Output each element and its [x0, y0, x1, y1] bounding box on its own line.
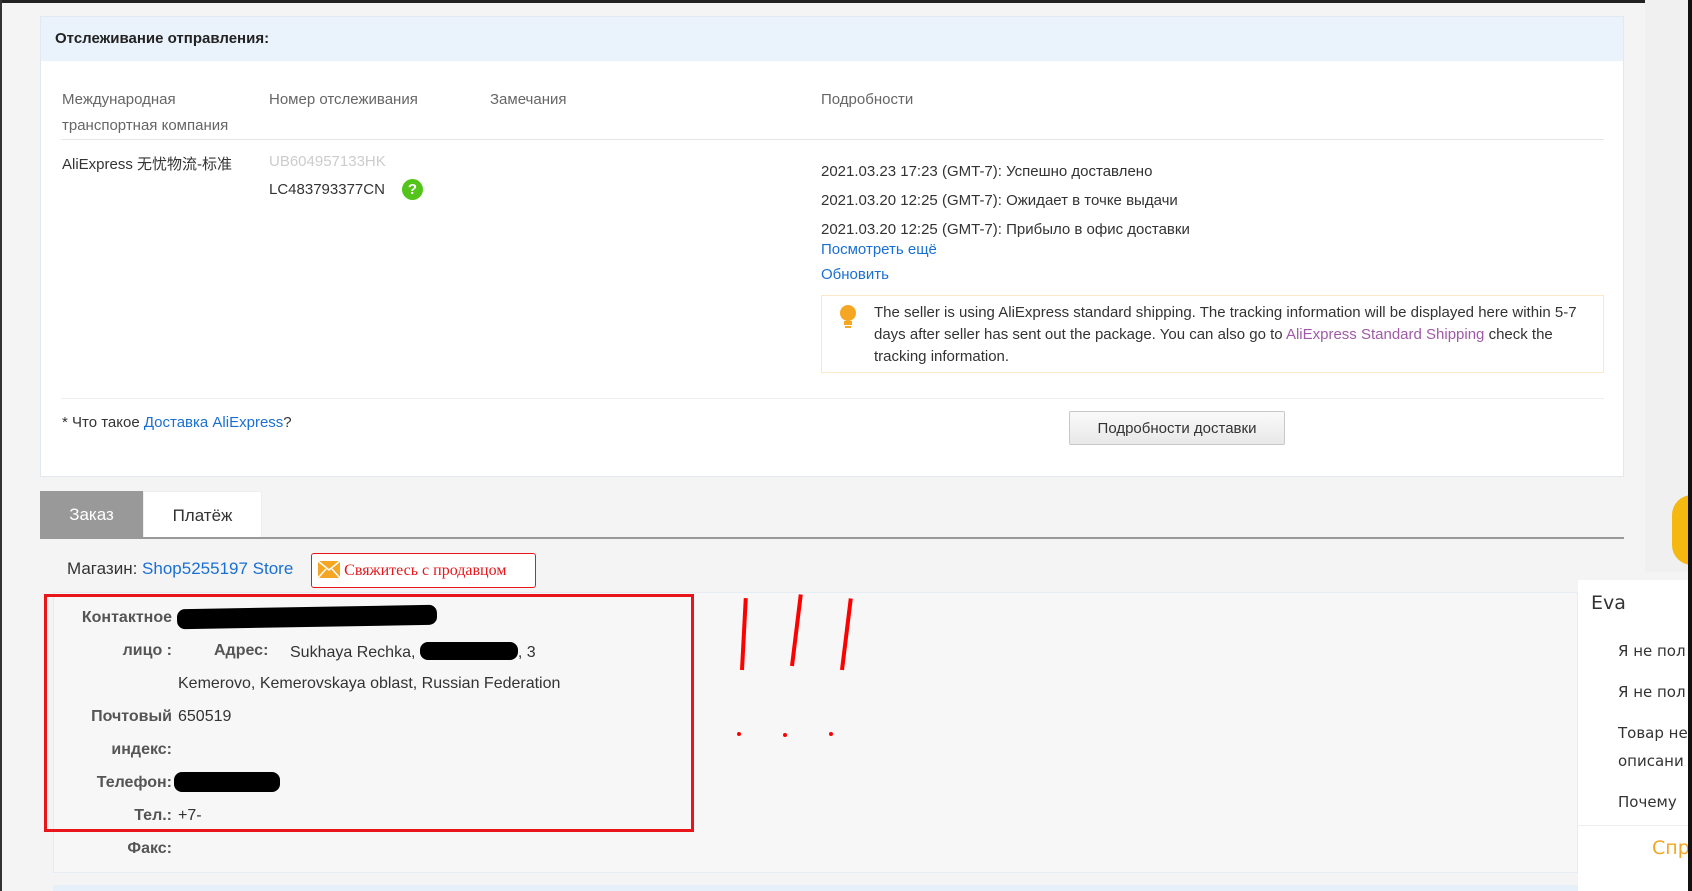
delivery-details-button[interactable]: Подробности доставки: [1069, 411, 1285, 445]
col-details: Подробности: [821, 91, 914, 108]
chat-popup: Eva Я не пол Я не пол Товар не описани П…: [1578, 580, 1692, 891]
tracking-events: 2021.03.23 17:23 (GMT-7): Успешно достав…: [821, 157, 1190, 244]
tab-underline: [40, 537, 1624, 539]
aliexpress-shipping-link[interactable]: Доставка AliExpress: [144, 414, 283, 431]
store-link[interactable]: Shop5255197 Store: [142, 559, 293, 578]
contact-seller-label: Свяжитесь с продавцом: [344, 562, 507, 579]
footnote-text: * Что такое: [62, 414, 144, 431]
chat-question[interactable]: Я не пол: [1618, 683, 1686, 701]
footnote-end: ?: [283, 414, 292, 431]
tracking-event: 2021.03.20 12:25 (GMT-7): Ожидает в точк…: [821, 192, 1178, 209]
old-tracking-number: UB604957133HK: [269, 153, 386, 170]
store-label: Магазин:: [67, 559, 138, 578]
window-left-border: [0, 0, 2, 891]
annotation-dot: [783, 733, 787, 737]
lightbulb-icon: [840, 305, 856, 328]
divider: [61, 398, 1604, 399]
carrier-name: AliExpress 无忧物流-标准: [62, 156, 233, 173]
window-top-border: [0, 0, 1692, 3]
chat-question[interactable]: Товар не: [1618, 724, 1688, 742]
chat-question[interactable]: Почему: [1618, 793, 1677, 811]
envelope-icon: [317, 560, 341, 579]
divider: [1578, 825, 1692, 826]
next-section-edge: [53, 885, 1610, 891]
tab-order[interactable]: Заказ: [40, 491, 143, 538]
fax-label: Факс:: [127, 840, 172, 857]
col-carrier-line2: транспортная компания: [62, 117, 229, 134]
contact-seller-button[interactable]: Свяжитесь с продавцом: [311, 553, 536, 588]
footnote: * Что такое Доставка AliExpress?: [62, 414, 292, 431]
help-icon[interactable]: ?: [402, 179, 423, 200]
col-carrier: Международная транспортная компания: [62, 87, 228, 139]
divider: [61, 139, 1604, 140]
annotation-red-box: [44, 594, 694, 832]
standard-shipping-link[interactable]: AliExpress Standard Shipping: [1286, 326, 1484, 343]
chat-action[interactable]: Спр: [1652, 837, 1690, 859]
chat-name: Eva: [1591, 592, 1626, 614]
tab-payment[interactable]: Платёж: [143, 491, 262, 538]
col-tracking-number: Номер отслеживания: [269, 91, 418, 108]
annotation-dot: [737, 732, 741, 736]
col-remarks: Замечания: [490, 91, 567, 108]
tracking-event: 2021.03.20 12:25 (GMT-7): Прибыло в офис…: [821, 221, 1190, 238]
assistant-sidebar: [1645, 0, 1692, 572]
tracking-number: LC483793377CN: [269, 181, 385, 198]
col-carrier-line1: Международная: [62, 91, 176, 108]
store-row: Магазин: Shop5255197 Store: [67, 559, 293, 579]
see-more-link[interactable]: Посмотреть ещё: [821, 241, 937, 258]
tracking-title: Отслеживание отправления:: [41, 17, 1623, 61]
tracking-event: 2021.03.23 17:23 (GMT-7): Успешно достав…: [821, 163, 1153, 180]
chat-question-cont[interactable]: описани: [1618, 752, 1684, 770]
window-right-border: [1688, 0, 1692, 891]
chat-question[interactable]: Я не пол: [1618, 642, 1686, 660]
refresh-link[interactable]: Обновить: [821, 266, 889, 283]
annotation-dot: [829, 732, 833, 736]
tracking-panel: Отслеживание отправления: Международная …: [40, 16, 1624, 477]
shipping-notice: The seller is using AliExpress standard …: [821, 295, 1604, 373]
